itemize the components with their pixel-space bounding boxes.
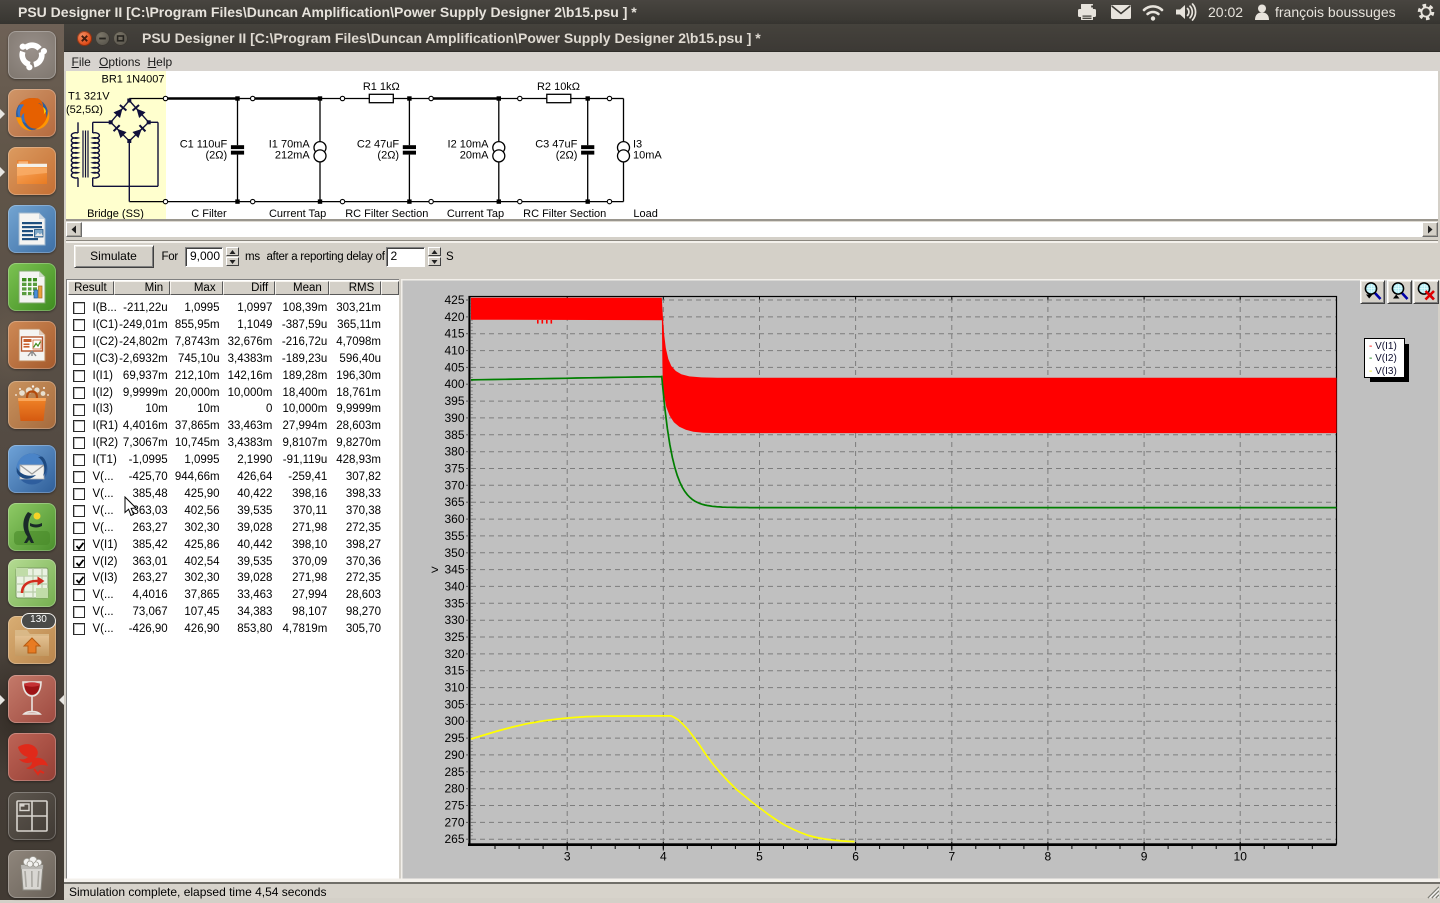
svg-text:295: 295 [444, 731, 464, 745]
svg-text:330: 330 [444, 613, 464, 627]
svg-text:Current Tap: Current Tap [447, 208, 504, 219]
svg-text:Current Tap: Current Tap [269, 208, 326, 219]
svg-text:RC Filter Section: RC Filter Section [345, 208, 428, 219]
svg-text:Load: Load [633, 208, 657, 219]
svg-text:360: 360 [444, 512, 464, 526]
svg-text:10: 10 [1233, 849, 1247, 863]
svg-text:5: 5 [756, 849, 763, 863]
svg-text:365: 365 [444, 495, 464, 509]
svg-text:310: 310 [444, 680, 464, 694]
svg-text:RC Filter Section: RC Filter Section [523, 208, 606, 219]
svg-text:285: 285 [444, 764, 464, 778]
svg-text:385: 385 [444, 427, 464, 441]
svg-text:20:02: 20:02 [1208, 4, 1243, 20]
svg-text:(2Ω): (2Ω) [377, 149, 399, 161]
svg-text:9: 9 [1140, 849, 1147, 863]
svg-text:380: 380 [444, 444, 464, 458]
svg-text:4: 4 [659, 849, 666, 863]
svg-text:275: 275 [444, 798, 464, 812]
svg-text:20mA: 20mA [460, 149, 489, 161]
svg-text:415: 415 [444, 326, 464, 340]
svg-text:390: 390 [444, 410, 464, 424]
svg-text:265: 265 [444, 832, 464, 846]
svg-text:270: 270 [444, 815, 464, 829]
svg-text:10mA: 10mA [633, 149, 662, 161]
svg-text:350: 350 [444, 545, 464, 559]
svg-text:315: 315 [444, 663, 464, 677]
svg-text:300: 300 [444, 714, 464, 728]
svg-text:8: 8 [1044, 849, 1051, 863]
svg-text:(2Ω): (2Ω) [556, 149, 578, 161]
svg-text:355: 355 [444, 528, 464, 542]
svg-text:325: 325 [444, 630, 464, 644]
svg-text:395: 395 [444, 394, 464, 408]
svg-text:R2 10kΩ: R2 10kΩ [537, 81, 580, 93]
svg-text:410: 410 [444, 343, 464, 357]
svg-text:370: 370 [444, 478, 464, 492]
svg-text:C Filter: C Filter [191, 208, 227, 219]
svg-text:280: 280 [444, 781, 464, 795]
svg-text:290: 290 [444, 747, 464, 761]
svg-text:7: 7 [948, 849, 955, 863]
svg-text:340: 340 [444, 579, 464, 593]
svg-text:3: 3 [563, 849, 570, 863]
svg-text:405: 405 [444, 360, 464, 374]
svg-text:Bridge (SS): Bridge (SS) [87, 208, 144, 219]
svg-text:305: 305 [444, 697, 464, 711]
svg-text:françois boussuges: françois boussuges [1275, 4, 1396, 20]
svg-text:>: > [431, 562, 439, 577]
svg-text:R1 1kΩ: R1 1kΩ [363, 81, 400, 93]
svg-text:375: 375 [444, 461, 464, 475]
svg-text:(2Ω): (2Ω) [206, 149, 228, 161]
svg-text:BR1 1N4007: BR1 1N4007 [102, 74, 165, 86]
svg-text:6: 6 [852, 849, 859, 863]
svg-text:T1 321V: T1 321V [68, 91, 110, 103]
svg-text:345: 345 [444, 562, 464, 576]
svg-text:335: 335 [444, 596, 464, 610]
svg-text:425: 425 [444, 293, 464, 307]
svg-text:420: 420 [444, 309, 464, 323]
svg-text:320: 320 [444, 646, 464, 660]
svg-text:(52,5Ω): (52,5Ω) [66, 104, 103, 116]
svg-text:400: 400 [444, 377, 464, 391]
svg-text:212mA: 212mA [275, 149, 311, 161]
